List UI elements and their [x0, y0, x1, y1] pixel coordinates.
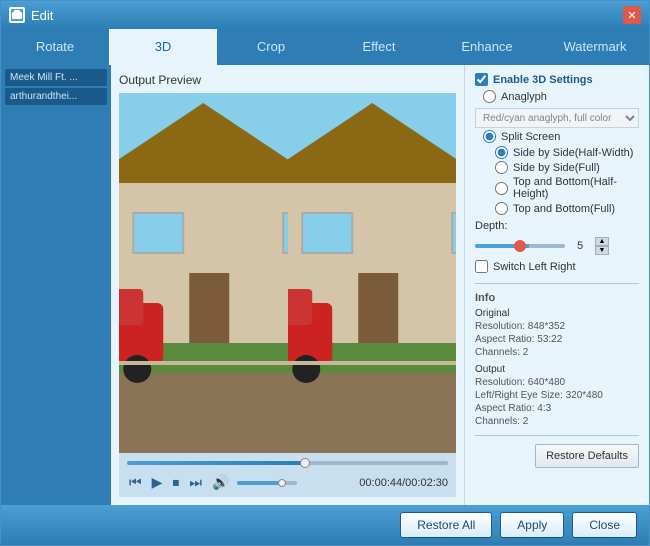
divider-1	[475, 283, 639, 284]
video-preview	[119, 93, 456, 453]
close-button[interactable]: Close	[572, 512, 637, 538]
play-button[interactable]: ▶	[150, 472, 165, 493]
output-channels: Channels: 2	[475, 416, 639, 427]
top-bottom-full-label: Top and Bottom(Full)	[513, 203, 615, 215]
enable-3d-label: Enable 3D Settings	[493, 74, 593, 86]
tab-3d[interactable]: 3D	[109, 29, 217, 65]
video-right-eye	[288, 93, 457, 453]
output-aspect: Aspect Ratio: 4:3	[475, 403, 639, 414]
volume-icon[interactable]: 🔊	[210, 472, 231, 493]
depth-slider[interactable]	[475, 244, 565, 248]
output-resolution: Resolution: 640*480	[475, 377, 639, 388]
progress-bar-container	[127, 457, 448, 469]
tab-effect[interactable]: Effect	[325, 29, 433, 65]
volume-fill	[237, 481, 279, 485]
depth-up-button[interactable]: ▲	[595, 237, 609, 246]
progress-track[interactable]	[127, 461, 448, 465]
window-title: Edit	[31, 8, 623, 23]
close-window-button[interactable]: ✕	[623, 6, 641, 24]
switch-lr-row: Switch Left Right	[475, 260, 639, 273]
top-bottom-half-label: Top and Bottom(Half-Height)	[513, 176, 639, 200]
track-item-1[interactable]: Meek Mill Ft. ...	[5, 69, 107, 86]
anaglyph-label: Anaglyph	[501, 91, 547, 103]
split-screen-label: Split Screen	[501, 131, 560, 143]
top-bottom-half-radio[interactable]	[495, 182, 508, 195]
preview-label: Output Preview	[119, 73, 456, 87]
output-eye-size: Left/Right Eye Size: 320*480	[475, 390, 639, 401]
original-label: Original	[475, 308, 639, 319]
restore-defaults-button[interactable]: Restore Defaults	[535, 444, 639, 468]
left-panel: Output Preview	[111, 65, 464, 505]
volume-slider-container	[237, 481, 297, 485]
progress-thumb[interactable]	[300, 458, 310, 468]
window-icon	[9, 7, 25, 23]
output-section: Output Resolution: 640*480 Left/Right Ey…	[475, 364, 639, 427]
bottom-bar: Restore All Apply Close	[1, 505, 649, 545]
video-split-view	[119, 93, 456, 453]
side-full-row: Side by Side(Full)	[475, 161, 639, 174]
anaglyph-dropdown[interactable]: Red/cyan anaglyph, full color	[475, 108, 639, 128]
main-content: Meek Mill Ft. ... arthurandthei... Outpu…	[1, 65, 649, 505]
tab-crop[interactable]: Crop	[217, 29, 325, 65]
tabs-container: Rotate 3D Crop Effect Enhance Watermark	[1, 29, 649, 65]
track-item-2[interactable]: arthurandthei...	[5, 88, 107, 105]
time-display: 00:00:44/00:02:30	[359, 477, 448, 489]
divider-2	[475, 435, 639, 436]
media-controls: ⏮ ▶ ⏹ ⏭ 🔊 00:00:44/00:02:30	[119, 453, 456, 497]
tab-rotate[interactable]: Rotate	[1, 29, 109, 65]
top-bottom-full-radio[interactable]	[495, 202, 508, 215]
enable-3d-checkbox[interactable]	[475, 73, 488, 86]
original-resolution: Resolution: 848*352	[475, 321, 639, 332]
depth-row: Depth:	[475, 220, 639, 232]
output-label: Output	[475, 364, 639, 375]
original-aspect: Aspect Ratio: 53:22	[475, 334, 639, 345]
controls-row: ⏮ ▶ ⏹ ⏭ 🔊 00:00:44/00:02:30	[127, 472, 448, 493]
original-channels: Channels: 2	[475, 347, 639, 358]
settings-panel: Enable 3D Settings Anaglyph Red/cyan ana…	[464, 65, 649, 505]
side-full-label: Side by Side(Full)	[513, 162, 600, 174]
top-bottom-half-row: Top and Bottom(Half-Height)	[475, 176, 639, 200]
apply-button[interactable]: Apply	[500, 512, 564, 538]
stop-button[interactable]: ⏹	[170, 472, 181, 493]
side-half-label: Side by Side(Half-Width)	[513, 147, 633, 159]
switch-lr-checkbox[interactable]	[475, 260, 488, 273]
volume-track[interactable]	[237, 481, 297, 485]
info-title: Info	[475, 292, 639, 304]
title-bar: Edit ✕	[1, 1, 649, 29]
3d-settings-section: Enable 3D Settings Anaglyph Red/cyan ana…	[475, 73, 639, 273]
split-screen-row: Split Screen	[475, 130, 639, 143]
depth-spinner: ▲ ▼	[595, 237, 609, 255]
switch-lr-label: Switch Left Right	[493, 261, 576, 273]
anaglyph-row: Anaglyph	[475, 90, 639, 103]
anaglyph-radio[interactable]	[483, 90, 496, 103]
depth-control-row: 5 ▲ ▼	[475, 237, 639, 255]
top-bottom-full-row: Top and Bottom(Full)	[475, 202, 639, 215]
skip-back-button[interactable]: ⏮	[127, 472, 144, 493]
edit-window: Edit ✕ Rotate 3D Crop Effect Enhance Wat…	[0, 0, 650, 546]
depth-label: Depth:	[475, 220, 507, 232]
progress-fill	[127, 461, 304, 465]
track-list: Meek Mill Ft. ... arthurandthei...	[1, 65, 111, 505]
split-screen-radio[interactable]	[483, 130, 496, 143]
tab-enhance[interactable]: Enhance	[433, 29, 541, 65]
video-left-eye	[119, 93, 288, 453]
depth-value: 5	[570, 240, 590, 252]
depth-down-button[interactable]: ▼	[595, 246, 609, 255]
enable-3d-row: Enable 3D Settings	[475, 73, 639, 86]
skip-forward-button[interactable]: ⏭	[187, 472, 204, 493]
volume-thumb[interactable]	[278, 479, 286, 487]
restore-defaults-container: Restore Defaults	[475, 444, 639, 468]
side-half-row: Side by Side(Half-Width)	[475, 146, 639, 159]
side-half-radio[interactable]	[495, 146, 508, 159]
tab-watermark[interactable]: Watermark	[541, 29, 649, 65]
info-section: Info Original Resolution: 848*352 Aspect…	[475, 292, 639, 427]
side-full-radio[interactable]	[495, 161, 508, 174]
restore-all-button[interactable]: Restore All	[400, 512, 492, 538]
